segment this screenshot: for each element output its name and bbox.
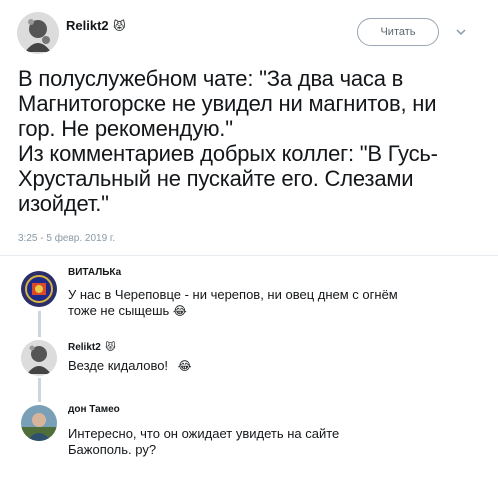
avatar-icon	[17, 12, 59, 54]
author-badge-icon: 😾	[105, 342, 116, 353]
reply-author-name[interactable]: дон Тамео	[68, 404, 120, 415]
tweet-line: гор. Не рекомендую."	[18, 116, 233, 141]
author-name-row[interactable]: Relikt2 😾	[66, 17, 126, 35]
tweet-line: В полуслужебном чате: "За два часа в	[18, 66, 404, 91]
tweet-text: В полуслужебном чате: "За два часа в Маг…	[18, 66, 488, 216]
tweet-line: изойдет."	[18, 191, 109, 216]
author-avatar[interactable]	[17, 12, 59, 54]
tweet-timestamp[interactable]: 3:25 - 5 февр. 2019 г.	[18, 233, 115, 244]
avatar-icon	[21, 340, 57, 376]
reply-line: У нас в Череповце - ни черепов, ни овец …	[68, 287, 398, 302]
reply-avatar[interactable]	[21, 340, 57, 376]
tweet-line: Хрустальный не пускайте его. Слезами	[18, 166, 414, 191]
emblem-avatar-icon	[21, 271, 57, 307]
follow-button[interactable]: Читать	[357, 18, 439, 46]
reply-line: Интересно, что он ожидает увидеть на сай…	[68, 426, 340, 441]
laughing-emoji-icon: 😂	[177, 359, 192, 373]
reply-line: Везде кидалово!	[68, 358, 169, 373]
reply-text: У нас в Череповце - ни черепов, ни овец …	[68, 287, 488, 319]
reply-line: тоже не сыщешь	[68, 303, 170, 318]
tweet-line: Из комментариев добрых коллег: "В Гусь-	[18, 141, 438, 166]
reply-text: Везде кидалово! 😂	[68, 358, 192, 374]
reply-line: Бажополь. ру?	[68, 442, 157, 457]
reply-author-row[interactable]: Relikt2 😾	[68, 337, 116, 355]
author-name[interactable]: Relikt2	[66, 18, 109, 33]
thread-line	[38, 311, 41, 337]
tweet-line: Магнитогорске не увидел ни магнитов, ни	[18, 91, 437, 116]
divider	[0, 255, 498, 256]
reply-author-name[interactable]: ВИТАЛЬКа	[68, 267, 121, 278]
author-badge-icon: 😾	[113, 19, 126, 33]
reply-text: Интересно, что он ожидает увидеть на сай…	[68, 426, 488, 458]
laughing-emoji-icon: 😂	[172, 304, 187, 318]
reply-line-last: тоже не сыщешь 😂	[68, 303, 488, 319]
chevron-down-icon[interactable]	[455, 27, 467, 37]
photo-avatar-icon	[21, 405, 57, 441]
reply-avatar[interactable]	[21, 405, 57, 441]
reply-author-name[interactable]: Relikt2	[68, 342, 101, 353]
thread-line	[38, 378, 41, 402]
reply-avatar[interactable]	[21, 271, 57, 307]
